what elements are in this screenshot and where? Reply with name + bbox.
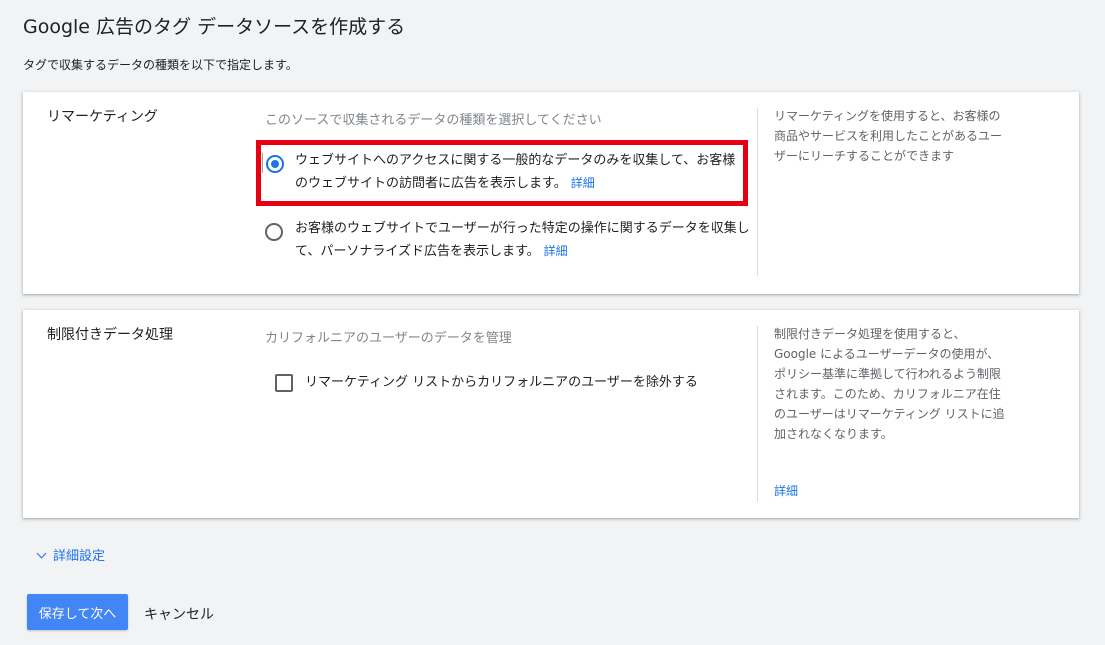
page-subtitle: タグで収集するデータの種類を以下で指定します。 [23,58,298,72]
advanced-settings-label: 詳細設定 [53,549,106,564]
page-title: Google 広告のタグ データソースを作成する [23,16,406,38]
remarketing-divider [757,108,758,276]
restricted-data-divider [757,326,758,502]
remarketing-option-general-label: ウェブサイトへのアクセスに関する一般的なデータのみを収集して、お客様のウェブサイ… [295,153,736,191]
restricted-data-hint: カリフォルニアのユーザーのデータを管理 [265,331,512,346]
restricted-data-title: 制限付きデータ処理 [47,327,173,343]
remarketing-card: リマーケティング このソースで収集されるデータの種類を選択してください ウェブサ… [23,92,1079,294]
restricted-data-card: 制限付きデータ処理 カリフォルニアのユーザーのデータを管理 リマーケティング リ… [23,310,1079,518]
remarketing-title: リマーケティング [47,109,158,125]
remarketing-option-general[interactable]: ウェブサイトへのアクセスに関する一般的なデータのみを収集して、お客様のウェブサイ… [256,140,748,206]
restricted-data-help-text: 制限付きデータ処理を使用すると、Google によるユーザーデータの使用が、ポリ… [774,327,1005,441]
learn-more-link-personalized[interactable]: 詳細 [544,244,568,258]
remarketing-option-general-text: ウェブサイトへのアクセスに関する一般的なデータのみを収集して、お客様のウェブサイ… [295,150,745,195]
remarketing-help-text: リマーケティングを使用すると、お客様の商品やサービスを利用したことがあるユーザー… [774,109,1003,163]
exclude-california-label[interactable]: リマーケティング リストからカリフォルニアのユーザーを除外する [305,372,698,394]
focus-caret [262,153,263,173]
chevron-down-icon [36,548,47,559]
remarketing-hint: このソースで収集されるデータの種類を選択してください [265,113,602,128]
save-and-next-button[interactable]: 保存して次へ [27,594,128,630]
remarketing-option-personalized-text: お客様のウェブサイトでユーザーが行った特定の操作に関するデータを収集して、パーソ… [295,218,755,263]
radio-general-selected[interactable] [266,155,284,173]
cancel-button[interactable]: キャンセル [144,604,214,624]
learn-more-link-general[interactable]: 詳細 [571,176,595,190]
advanced-settings-toggle[interactable]: 詳細設定 [36,545,105,564]
exclude-california-checkbox[interactable] [275,374,293,392]
radio-personalized[interactable] [265,223,283,241]
remarketing-option-personalized-label: お客様のウェブサイトでユーザーが行った特定の操作に関するデータを収集して、パーソ… [295,221,750,259]
restricted-data-learn-more-link[interactable]: 詳細 [774,482,798,499]
